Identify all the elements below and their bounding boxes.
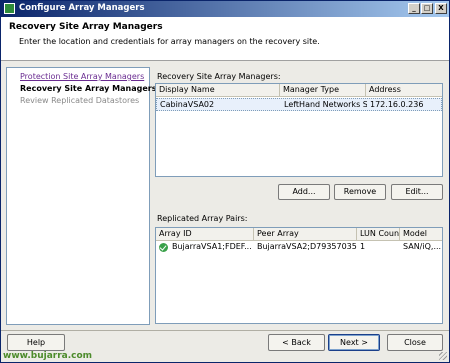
step-protection-site-array-managers[interactable]: Protection Site Array Managers [20, 72, 144, 81]
wizard-header: Recovery Site Array Managers Enter the l… [1, 17, 449, 61]
resize-grip-icon[interactable] [439, 352, 447, 360]
edit-manager-button[interactable]: Edit... [391, 184, 443, 200]
check-circle-icon [159, 243, 168, 252]
table-row[interactable]: CabinaVSA02 LeftHand Networks S... 172.1… [156, 98, 442, 111]
pairs-header-row: Array ID Peer Array LUN Count Model [156, 228, 442, 241]
footer-divider [1, 330, 449, 331]
window-title: Configure Array Managers [19, 3, 145, 13]
step-review-replicated-datastores: Review Replicated Datastores [20, 96, 140, 105]
managers-header-row: Display Name Manager Type Address [156, 84, 442, 97]
pair-peer-array: BujarraVSA2;D79357035... [257, 242, 357, 251]
watermark-text: www.bujarra.com [3, 351, 93, 361]
next-button[interactable]: Next > [328, 334, 380, 351]
pairs-label: Replicated Array Pairs: [157, 214, 248, 223]
title-bar[interactable]: Configure Array Managers _ □ X [1, 1, 449, 17]
page-subtitle: Enter the location and credentials for a… [19, 37, 320, 46]
app-icon [4, 3, 15, 14]
column-display-name[interactable]: Display Name [156, 84, 280, 96]
page-title: Recovery Site Array Managers [9, 22, 163, 32]
close-button[interactable]: Close [387, 334, 443, 351]
add-manager-button[interactable]: Add... [278, 184, 330, 200]
manager-display-name: CabinaVSA02 [160, 100, 215, 109]
remove-manager-button[interactable]: Remove [334, 184, 386, 200]
replicated-array-pairs-list[interactable]: Array ID Peer Array LUN Count Model Buja… [155, 227, 443, 324]
column-address[interactable]: Address [366, 84, 443, 96]
wizard-steps-panel: Protection Site Array Managers Recovery … [6, 67, 157, 325]
close-window-button[interactable]: X [435, 3, 447, 14]
back-button[interactable]: < Back [268, 334, 325, 351]
configure-array-managers-window: Configure Array Managers _ □ X Recovery … [0, 0, 450, 363]
table-row[interactable]: BujarraVSA1;FDEF... BujarraVSA2;D7935703… [156, 241, 442, 254]
managers-label: Recovery Site Array Managers: [157, 72, 281, 81]
pair-array-id: BujarraVSA1;FDEF... [172, 242, 252, 251]
column-manager-type[interactable]: Manager Type [280, 84, 366, 96]
column-lun-count[interactable]: LUN Count [357, 228, 400, 240]
column-array-id[interactable]: Array ID [156, 228, 254, 240]
maximize-button[interactable]: □ [421, 3, 433, 14]
manager-address: 172.16.0.236 [370, 100, 424, 109]
array-managers-list[interactable]: Display Name Manager Type Address Cabina… [155, 83, 443, 177]
pair-model: SAN/iQ,... [403, 242, 442, 251]
column-model[interactable]: Model [400, 228, 443, 240]
manager-type: LeftHand Networks S... [284, 100, 367, 109]
step-recovery-site-array-managers: Recovery Site Array Managers [20, 84, 157, 93]
help-button[interactable]: Help [7, 334, 65, 351]
pair-lun-count: 1 [360, 242, 366, 251]
column-peer-array[interactable]: Peer Array [254, 228, 357, 240]
minimize-button[interactable]: _ [408, 3, 420, 14]
